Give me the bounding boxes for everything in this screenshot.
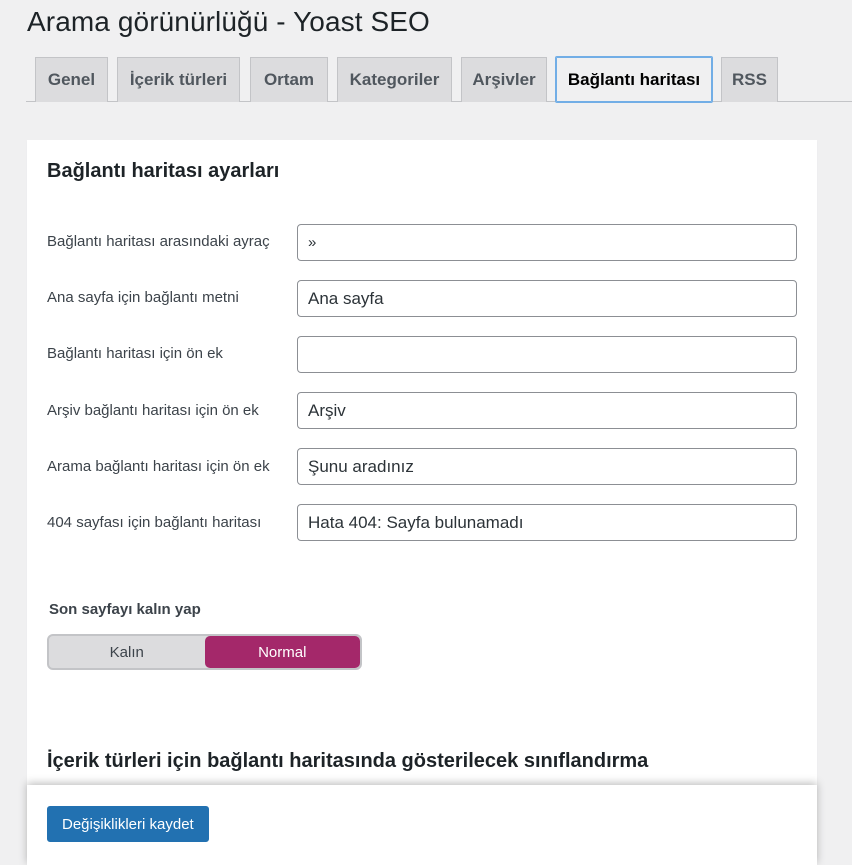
tab-kategoriler[interactable]: Kategoriler: [337, 57, 452, 102]
separator-input[interactable]: [297, 224, 797, 261]
tab-icerik-turleri[interactable]: İçerik türleri: [117, 57, 240, 102]
breadcrumbs-settings-panel: Bağlantı haritası ayarları Bağlantı hari…: [27, 140, 817, 857]
save-bar: Değişiklikleri kaydet: [27, 785, 817, 865]
bold-last-page-label: Son sayfayı kalın yap: [49, 601, 201, 618]
toggle-option-bold[interactable]: Kalın: [49, 636, 205, 668]
toggle-option-normal[interactable]: Normal: [204, 636, 360, 668]
home-anchor-label: Ana sayfa için bağlantı metni: [47, 289, 239, 306]
tab-rss[interactable]: RSS: [721, 57, 778, 102]
tab-baglanti-haritasi[interactable]: Bağlantı haritası: [555, 56, 713, 103]
404-breadcrumb-label: 404 sayfası için bağlantı haritası: [47, 514, 262, 531]
archive-prefix-input[interactable]: [297, 392, 797, 429]
prefix-input[interactable]: [297, 336, 797, 373]
search-prefix-input[interactable]: [297, 448, 797, 485]
page-title: Arama görünürlüğü - Yoast SEO: [27, 6, 430, 37]
tab-bar: Genel İçerik türleri Ortam Kategoriler A…: [26, 56, 852, 103]
tab-ortam[interactable]: Ortam: [250, 57, 328, 102]
home-anchor-input[interactable]: [297, 280, 797, 317]
panel-heading: Bağlantı haritası ayarları: [47, 160, 280, 182]
separator-label: Bağlantı haritası arasındaki ayraç: [47, 233, 270, 250]
404-breadcrumb-input[interactable]: [297, 504, 797, 541]
archive-prefix-label: Arşiv bağlantı haritası için ön ek: [47, 402, 259, 419]
tab-genel[interactable]: Genel: [35, 57, 108, 102]
tab-arsivler[interactable]: Arşivler: [461, 57, 547, 102]
taxonomy-section-heading: İçerik türleri için bağlantı haritasında…: [47, 750, 649, 772]
prefix-label: Bağlantı haritası için ön ek: [47, 345, 223, 362]
bold-last-page-toggle: Kalın Normal: [47, 634, 362, 670]
search-prefix-label: Arama bağlantı haritası için ön ek: [47, 458, 270, 475]
save-changes-button[interactable]: Değişiklikleri kaydet: [47, 806, 209, 842]
